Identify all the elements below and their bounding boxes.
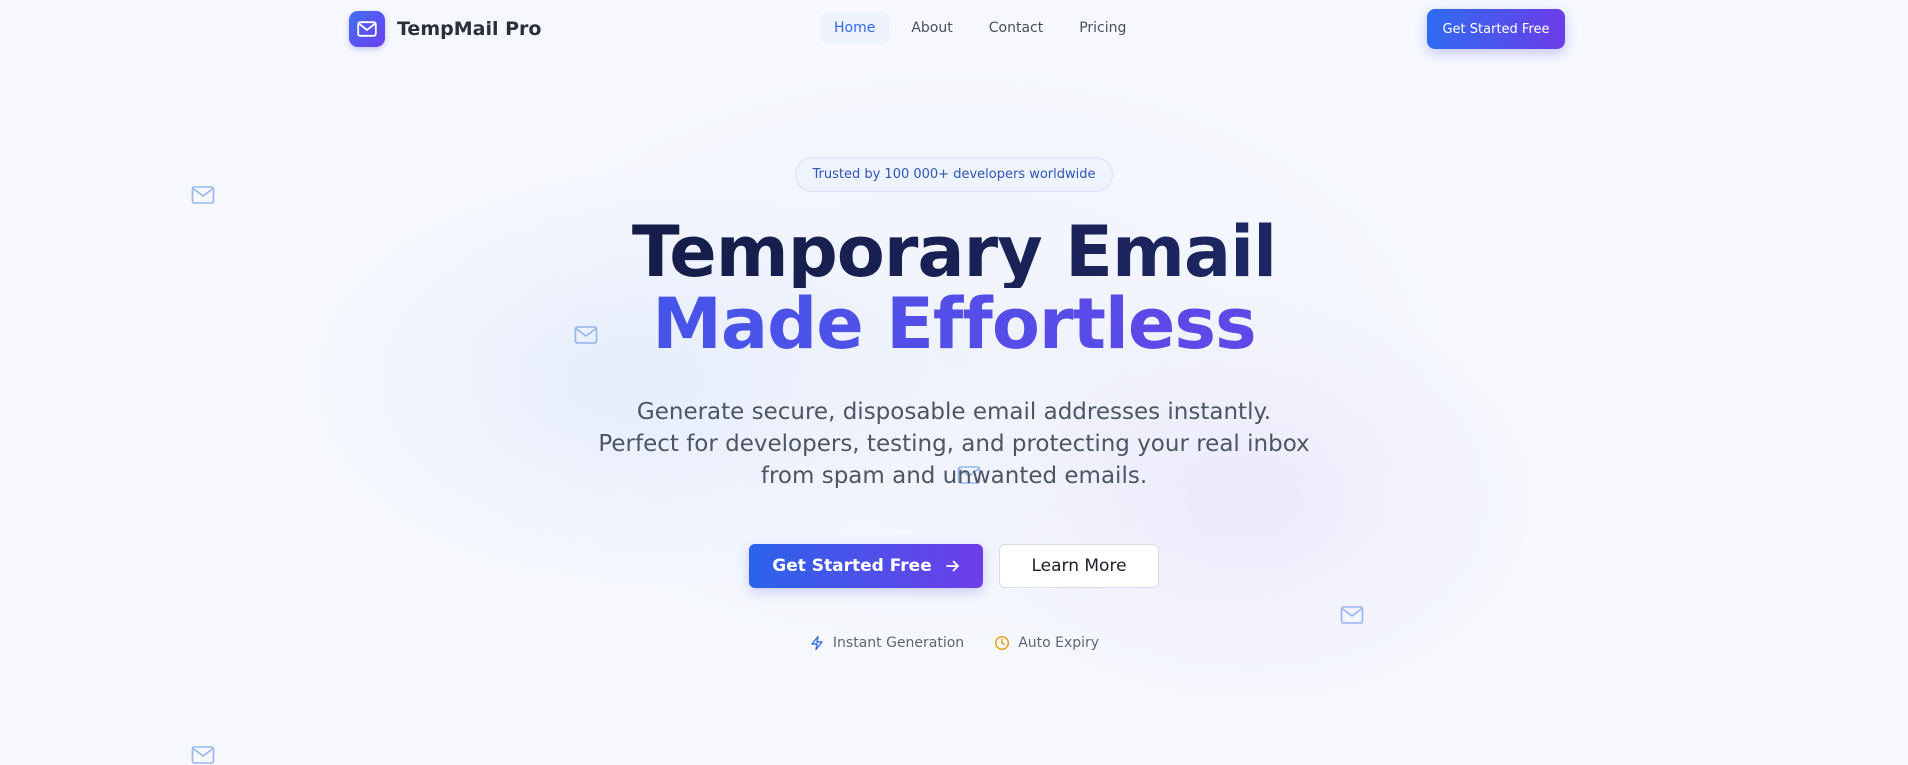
trust-badge: Trusted by 100 000+ developers worldwide	[795, 157, 1113, 192]
lightning-icon	[809, 635, 825, 651]
get-started-button[interactable]: Get Started Free	[749, 544, 983, 588]
feature-auto-expiry: Auto Expiry	[994, 635, 1099, 651]
hero-subtitle: Generate secure, disposable email addres…	[598, 399, 1310, 489]
brand-logo[interactable]: TempMail Pro	[349, 11, 541, 47]
feature-list: Instant Generation Auto Expiry	[0, 635, 1908, 651]
hero-headline: Temporary Email Made Effortless	[0, 216, 1908, 360]
headline-line-1: Temporary Email	[0, 216, 1908, 288]
nav-item-contact[interactable]: Contact	[975, 12, 1057, 44]
nav-item-home[interactable]: Home	[820, 12, 890, 44]
hero-section: Trusted by 100 000+ developers worldwide…	[0, 157, 1908, 651]
get-started-label: Get Started Free	[772, 556, 932, 576]
learn-more-button[interactable]: Learn More	[999, 544, 1159, 588]
feature-instant-generation: Instant Generation	[809, 635, 964, 651]
feature-label: Auto Expiry	[1018, 635, 1100, 651]
mail-logo-icon	[349, 11, 385, 47]
header-get-started-button[interactable]: Get Started Free	[1427, 9, 1565, 49]
nav-item-pricing[interactable]: Pricing	[1065, 12, 1140, 44]
feature-label: Instant Generation	[832, 635, 965, 651]
headline-line-2: Made Effortless	[0, 288, 1908, 360]
main-nav: Home About Contact Pricing	[820, 12, 1148, 44]
clock-icon	[994, 635, 1010, 651]
brand-name: TempMail Pro	[397, 18, 542, 40]
site-header: TempMail Pro Home About Contact Pricing …	[0, 0, 1908, 56]
floating-envelope-icon	[191, 745, 215, 765]
nav-item-about[interactable]: About	[897, 12, 966, 44]
hero-cta-row: Get Started Free Learn More	[0, 544, 1908, 588]
arrow-right-icon	[945, 560, 960, 572]
